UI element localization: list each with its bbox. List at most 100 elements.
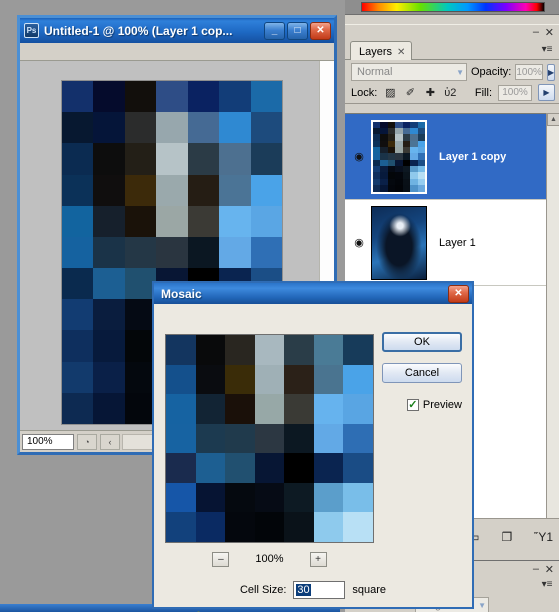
preview-mosaic-tile	[225, 482, 255, 513]
layer-thumbnail[interactable]	[371, 205, 427, 280]
mosaic-tile	[62, 143, 94, 175]
opacity-slider-button[interactable]: ▶	[546, 63, 556, 81]
lock-position-move-icon[interactable]: ✚	[423, 86, 437, 100]
layer-row[interactable]: ◉ Layer 1 copy	[345, 114, 559, 200]
preview-mosaic-tile	[195, 335, 226, 365]
preview-mosaic-tile	[284, 482, 314, 513]
layer-thumbnail[interactable]	[371, 119, 427, 194]
layer-row[interactable]: ◉ Layer 1	[345, 200, 559, 286]
tab-layers[interactable]: Layers ✕	[350, 41, 413, 60]
preview-mosaic-tile	[166, 335, 196, 365]
color-spectrum-ramp[interactable]	[361, 2, 545, 12]
layer-name-label: Layer 1	[439, 236, 476, 249]
lock-all-padlock-icon[interactable]: ὑ2	[443, 86, 457, 100]
cancel-button[interactable]: Cancel	[382, 363, 462, 383]
cell-size-unit-label: square	[352, 584, 387, 596]
preview-mosaic-tile	[254, 394, 285, 424]
fill-slider-button[interactable]: ▶	[538, 84, 555, 101]
preview-mosaic-tile	[225, 335, 255, 365]
mosaic-close-button[interactable]: ✕	[448, 284, 469, 303]
chevron-down-icon: ▼	[478, 600, 486, 610]
lock-row: Lock: ▨ ✐ ✚ ὑ2 Fill: 100% ▶	[345, 82, 559, 104]
preview-mosaic-tile	[225, 453, 255, 483]
delete-layer-trash-icon[interactable]: Ὕ1	[534, 530, 553, 544]
thumb-tile	[410, 185, 418, 192]
mosaic-tile	[93, 392, 125, 424]
mosaic-tile	[62, 330, 94, 362]
mosaic-dialog[interactable]: Mosaic ✕ – 100% + OK Cancel ✓ Preview Ce…	[152, 281, 474, 612]
blend-mode-select[interactable]: Normal ▼	[351, 63, 467, 81]
mosaic-tile	[124, 112, 157, 144]
mosaic-dialog-body: – 100% + OK Cancel ✓ Preview Cell Size: …	[154, 304, 472, 612]
preview-mosaic-tile	[343, 394, 373, 424]
color-panel[interactable]	[345, 0, 559, 14]
lock-image-brush-icon[interactable]: ✐	[403, 86, 417, 100]
preview-mosaic-tile	[195, 512, 226, 542]
layers-tabstrip: Layers ✕ ▾≡	[345, 41, 559, 60]
preview-mosaic-tile	[195, 482, 226, 513]
character-close-icon[interactable]: ✕	[545, 563, 554, 576]
close-button[interactable]: ✕	[310, 21, 331, 40]
document-toolbar-strip	[20, 43, 334, 61]
mosaic-tile	[124, 143, 157, 175]
mosaic-tile	[124, 174, 157, 206]
preview-zoom-in-button[interactable]: +	[309, 551, 327, 567]
statusbar-arrow-icon[interactable]: ‹	[100, 433, 120, 450]
mosaic-tile	[250, 174, 282, 206]
preview-mosaic-tile	[284, 364, 314, 395]
document-title: Untitled-1 @ 100% (Layer 1 cop...	[44, 23, 233, 38]
opacity-input[interactable]: 100%	[515, 64, 543, 80]
preview-mosaic-tile	[195, 423, 226, 454]
ok-button[interactable]: OK	[382, 332, 462, 352]
fill-input[interactable]: 100%	[498, 84, 532, 101]
preview-mosaic-tile	[343, 335, 373, 365]
zoom-level-field[interactable]: 100%	[22, 433, 74, 450]
preview-mosaic-tile	[254, 512, 285, 542]
preview-zoom-level: 100%	[255, 553, 284, 565]
preview-mosaic-tile	[313, 364, 344, 395]
layer-visibility-eye-icon[interactable]: ◉	[347, 236, 371, 249]
mosaic-tile	[187, 81, 220, 113]
preview-checkbox[interactable]: ✓	[406, 399, 419, 411]
layers-vertical-scrollbar[interactable]: ▲	[546, 113, 559, 518]
layers-minimize-icon[interactable]: –	[533, 26, 539, 38]
scroll-up-arrow-icon[interactable]: ▲	[547, 113, 559, 126]
photoshop-workspace: Ps Untitled-1 @ 100% (Layer 1 cop... _ □…	[0, 0, 559, 612]
preview-mosaic-tile	[166, 512, 196, 542]
new-layer-icon[interactable]: ❐	[501, 530, 512, 544]
preview-mosaic-tile	[225, 364, 255, 395]
layer-visibility-eye-icon[interactable]: ◉	[347, 150, 371, 163]
character-panel-menu-icon[interactable]: ▾≡	[539, 577, 555, 591]
document-titlebar[interactable]: Ps Untitled-1 @ 100% (Layer 1 cop... _ □…	[20, 18, 334, 43]
preview-checkbox-row[interactable]: ✓ Preview	[406, 399, 462, 411]
lock-transparency-icon[interactable]: ▨	[383, 86, 397, 100]
layer-name-label: Layer 1 copy	[439, 150, 507, 163]
layers-panel-menu-icon[interactable]: ▾≡	[539, 42, 555, 56]
preview-zoom-controls: – 100% +	[165, 549, 374, 569]
tab-layers-close-icon[interactable]: ✕	[397, 47, 405, 58]
mosaic-tile	[62, 112, 94, 144]
preview-mosaic-tile	[313, 335, 344, 365]
preview-zoom-out-button[interactable]: –	[212, 551, 230, 567]
character-minimize-icon[interactable]: –	[533, 563, 539, 575]
mosaic-tile	[93, 299, 125, 331]
preview-mosaic-tile	[284, 512, 314, 542]
document-info-icon[interactable]: ◔	[77, 433, 97, 450]
minimize-button[interactable]: _	[264, 21, 285, 40]
mosaic-dialog-buttons: OK Cancel	[382, 332, 462, 394]
preview-checkbox-label: Preview	[422, 399, 462, 411]
mosaic-tile	[219, 143, 251, 175]
mosaic-tile	[62, 268, 94, 300]
mosaic-preview-image[interactable]	[165, 334, 374, 543]
maximize-button[interactable]: □	[287, 21, 308, 40]
mosaic-tile	[250, 143, 282, 175]
mosaic-tile	[250, 112, 282, 144]
mosaic-tile	[187, 205, 220, 237]
cell-size-input[interactable]: 30	[293, 581, 346, 599]
mosaic-tile	[62, 392, 94, 424]
layers-close-icon[interactable]: ✕	[545, 26, 554, 39]
dock-divider	[345, 14, 559, 24]
mosaic-tile	[219, 236, 251, 269]
mosaic-titlebar[interactable]: Mosaic ✕	[154, 283, 472, 304]
mosaic-tile	[187, 174, 220, 206]
